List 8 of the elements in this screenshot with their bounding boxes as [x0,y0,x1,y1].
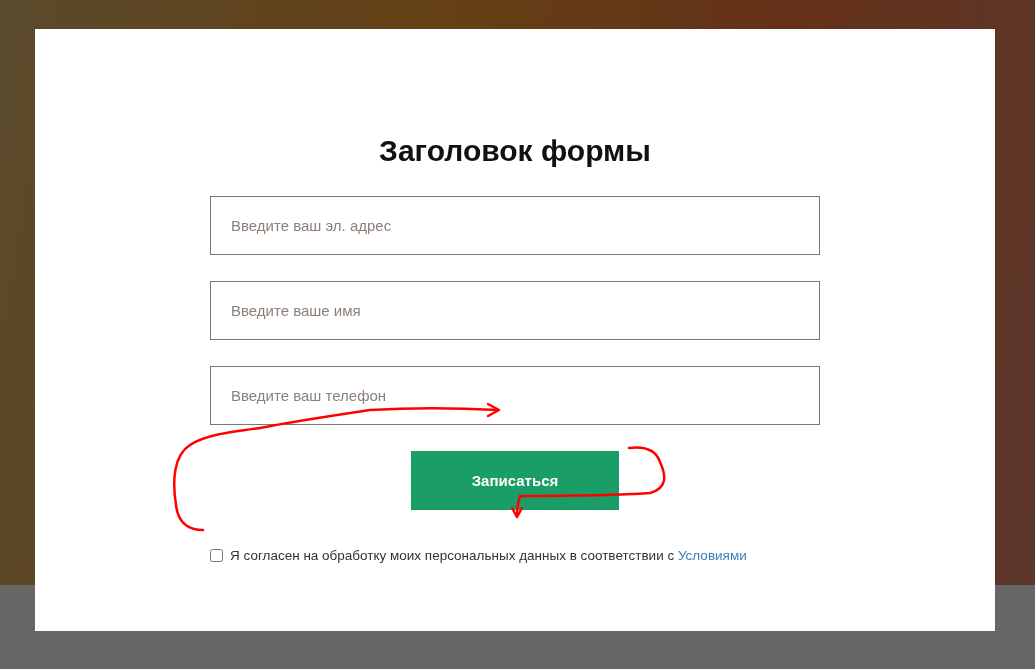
consent-text: Я согласен на обработку моих персональных данных в соответствии с Условиями [230,548,747,563]
input-field[interactable]: Введите ваш телефон [210,366,820,425]
input-field[interactable]: Введите ваш эл. адрес [210,196,820,255]
terms-link[interactable]: Условиями [677,548,747,563]
input-field[interactable]: Введите ваше имя [210,281,820,340]
submit-button[interactable]: Записаться [411,451,619,510]
checkbox[interactable] [210,549,223,562]
form-title: Заголовок формы [379,133,651,169]
